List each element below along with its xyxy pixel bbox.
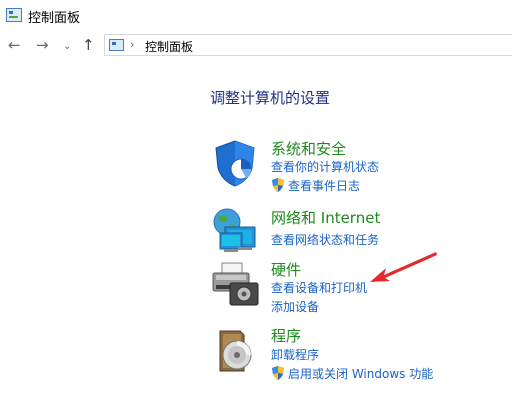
control-panel-app-icon xyxy=(6,8,22,22)
recent-locations-chevron-icon[interactable]: ⌄ xyxy=(63,38,71,56)
category-network-internet: 网络和 Internet 查看网络状态和任务 xyxy=(210,207,510,257)
printer-hardware-icon[interactable] xyxy=(210,259,260,309)
link-label: 查看事件日志 xyxy=(288,179,361,193)
uac-shield-icon xyxy=(272,178,284,192)
category-title-system-security[interactable]: 系统和安全 xyxy=(271,138,346,159)
network-globe-icon[interactable] xyxy=(210,207,260,257)
programs-disc-icon[interactable] xyxy=(210,325,260,375)
up-arrow-icon[interactable]: ↑ xyxy=(82,36,95,54)
link-view-devices-printers[interactable]: 查看设备和打印机 xyxy=(271,279,367,296)
link-view-event-logs[interactable]: 查看事件日志 xyxy=(271,177,360,194)
address-bar[interactable]: › 控制面板 xyxy=(104,34,512,56)
page-heading: 调整计算机的设置 xyxy=(210,89,331,107)
link-add-device[interactable]: 添加设备 xyxy=(271,298,319,315)
category-system-security: 系统和安全 查看你的计算机状态 查看事件日志 xyxy=(210,138,510,198)
link-view-computer-status[interactable]: 查看你的计算机状态 xyxy=(271,158,379,175)
back-arrow-icon[interactable]: ← xyxy=(8,36,21,54)
category-title-network-internet[interactable]: 网络和 Internet xyxy=(271,207,380,228)
system-security-shield-icon[interactable] xyxy=(210,138,260,188)
category-programs: 程序 卸载程序 启用或关闭 Windows 功能 xyxy=(210,325,510,385)
uac-shield-icon xyxy=(272,366,284,380)
category-title-hardware[interactable]: 硬件 xyxy=(271,259,301,280)
link-view-network-status[interactable]: 查看网络状态和任务 xyxy=(271,231,379,248)
breadcrumb-control-panel[interactable]: 控制面板 xyxy=(145,38,193,55)
category-title-programs[interactable]: 程序 xyxy=(271,325,301,346)
control-panel-small-icon xyxy=(109,39,124,51)
category-hardware: 硬件 查看设备和打印机 添加设备 xyxy=(210,259,510,315)
link-uninstall-program[interactable]: 卸载程序 xyxy=(271,346,319,363)
link-windows-features[interactable]: 启用或关闭 Windows 功能 xyxy=(271,365,433,382)
forward-arrow-icon[interactable]: → xyxy=(36,36,49,54)
link-label: 启用或关闭 Windows 功能 xyxy=(288,367,434,381)
window-title: 控制面板 xyxy=(28,11,81,26)
red-arrow-icon xyxy=(370,252,437,282)
title-bar: 控制面板 xyxy=(0,0,512,32)
breadcrumb-chevron-icon[interactable]: › xyxy=(130,38,134,51)
navigation-bar: ← → ⌄ ↑ › 控制面板 xyxy=(0,32,512,60)
